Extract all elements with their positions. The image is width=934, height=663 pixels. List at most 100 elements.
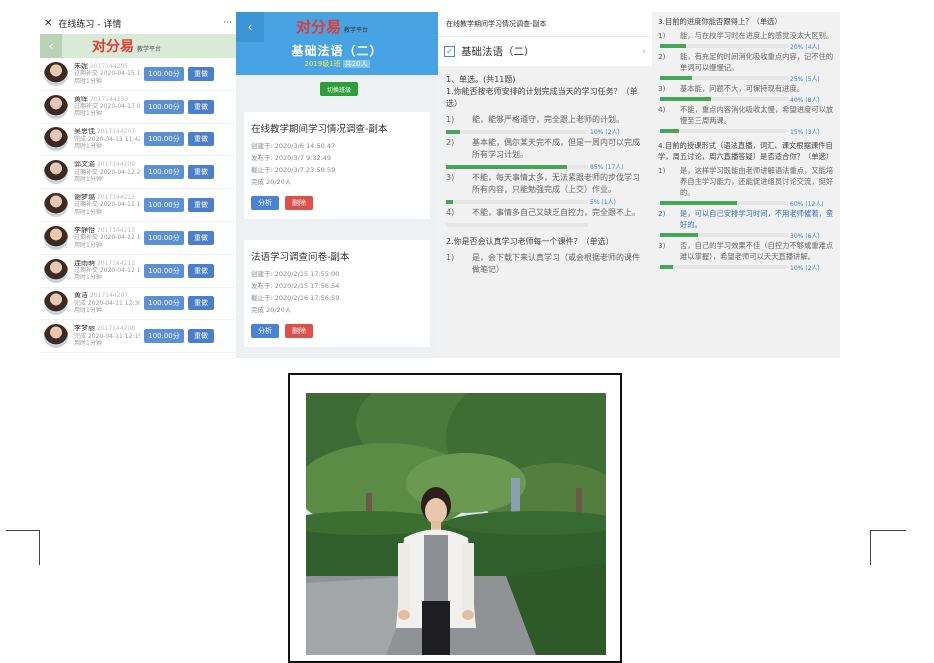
redo-button[interactable]: 重做 xyxy=(188,230,214,245)
option-bar: 20% (4人) xyxy=(652,41,840,51)
option-bar: 25% (5人) xyxy=(652,73,840,83)
window-title: 在线练习 - 详情 xyxy=(58,19,122,30)
bar-track xyxy=(660,129,788,133)
option-percent: 10% (2人) xyxy=(590,129,620,136)
course-header: ‹ 对分易 教学平台 基础法语（二） 2019级1班 共20人 xyxy=(236,12,438,75)
delete-button[interactable]: 删除 xyxy=(285,196,313,210)
score-button[interactable]: 100.00分 xyxy=(144,99,184,114)
section-label: 1、单选。(共11题) xyxy=(446,75,516,84)
redo-button[interactable]: 重做 xyxy=(188,66,214,81)
analyze-button[interactable]: 分析 xyxy=(251,324,279,338)
survey-card[interactable]: 法语学习调查问卷-副本 创建于: 2020/2/15 17:55:00 发布于:… xyxy=(244,240,430,347)
question-options: 1) 能，与在校学习时在进度上的感觉没太大区别。 20% (4人) 2) 能，有充足的时… xyxy=(652,30,840,136)
student-name-line: 郭文渝 2017144209 xyxy=(74,161,140,168)
option-text: 能，与在校学习时在进度上的感觉没太大区别。 xyxy=(680,31,834,40)
score-button[interactable]: 100.00分 xyxy=(144,296,184,311)
redo-button[interactable]: 重做 xyxy=(188,99,214,114)
brand-name: 对分易 xyxy=(296,18,342,36)
option-item: 2) 是，可以自己安排学习时间，不用老师催着，蛮好的。 xyxy=(652,208,840,230)
student-info: 郭文渝 2017144209过期补交 2020-04-12 21:14用时1分钟 xyxy=(74,161,140,183)
option-number: 2) xyxy=(446,138,455,147)
option-text: 基本能，偶尔某天完不成，但是一周内可以完成所有学习计划。 xyxy=(472,138,640,159)
question-options: 1) 是，会下载下来认真学习（或会根据老师的课件做笔记） xyxy=(438,252,652,276)
score-button[interactable]: 100.00分 xyxy=(144,230,184,245)
score-button[interactable]: 100.00分 xyxy=(144,263,184,278)
student-name: 李静怡 xyxy=(74,226,95,234)
student-info: 李静怡 2017144213过期补交 2020-04-12 13:35用时1分钟 xyxy=(74,227,140,249)
back-button[interactable]: ‹ xyxy=(40,34,62,58)
bar-fill xyxy=(660,265,673,269)
redo-button[interactable]: 重做 xyxy=(188,198,214,213)
student-row: 黄晖 2017144203过期补交 2020-04-17 09:04用时1分钟 1… xyxy=(40,91,236,124)
option-text: 能，有充足的时间消化吸收重点内容，记不住的单词可以慢慢记。 xyxy=(680,52,834,72)
brand-sub: 教学平台 xyxy=(344,27,369,34)
survey-title: 在线教学期间学习情况调查-副本 xyxy=(251,124,388,135)
score-button[interactable]: 100.00分 xyxy=(144,132,184,147)
option-percent: 15% (3人) xyxy=(790,128,820,136)
option-percent: 30% (6人) xyxy=(790,232,820,240)
question-text: 2.你是否会认真学习老师每一个课件？（单选） xyxy=(446,237,614,246)
option-item: 3) 基本能，问题不大，可保持现有进度。 xyxy=(652,83,840,94)
brand-bar: ‹ 对分易 教学平台 xyxy=(40,34,236,58)
student-row: 吴思佳 2017144207 完成 2020-04-13 11:42 用时1分钟 10… xyxy=(40,124,236,157)
bar-track xyxy=(660,233,788,237)
crop-mark xyxy=(6,530,40,565)
time-used: 用时1分钟 xyxy=(74,307,102,315)
option-number: 1) xyxy=(658,166,666,175)
student-info: 黄洁 2017144207 完成 2020-04-11 12:30 用时1分钟 xyxy=(74,292,140,314)
option-number: 3) xyxy=(658,241,666,250)
course-title: 基础法语（二） xyxy=(291,44,383,58)
student-info: 吴思佳 2017144207 完成 2020-04-13 11:42 用时1分钟 xyxy=(74,128,140,150)
option-bar xyxy=(438,219,652,230)
question-options: 1) 是，这样学习既能由老师讲解语法重点，又能培养自主学习能力，还能促进组员讨论交… xyxy=(652,165,840,272)
option-item: 3) 否，自己的学习效果不佳（自控力不够或重难点难以掌握），希望老师可以天天直播讲… xyxy=(652,240,840,262)
survey-card[interactable]: 在线教学期间学习情况调查-副本 创建于: 2020/3/6 14:50:47 发… xyxy=(244,112,430,219)
more-icon[interactable]: ··· xyxy=(223,18,232,28)
analyze-button[interactable]: 分析 xyxy=(251,196,279,210)
student-info: 谢梦璐 2017144212过期补交 2020-04-11 12:11用时1分钟 xyxy=(74,194,140,216)
option-bar: 5% (1人) xyxy=(438,196,652,207)
redo-button[interactable]: 重做 xyxy=(188,165,214,180)
brand-sub: 教学平台 xyxy=(137,46,162,53)
student-name-line: 黄晖 2017144203 xyxy=(74,96,140,103)
delete-button[interactable]: 删除 xyxy=(285,324,313,338)
submit-status: 完成 2020-04-11 12:15 xyxy=(74,332,140,340)
bar-track xyxy=(660,44,788,48)
redo-button[interactable]: 重做 xyxy=(188,263,214,278)
option-number: 1) xyxy=(446,115,455,124)
bar-fill xyxy=(660,44,686,48)
option-item: 1) 能，与在校学习时在进度上的感觉没太大区别。 xyxy=(652,30,840,41)
option-number: 2) xyxy=(658,209,666,218)
redo-button[interactable]: 重做 xyxy=(188,132,214,147)
student-row: 郭文渝 2017144209过期补交 2020-04-12 21:14用时1分钟… xyxy=(40,156,236,190)
student-info: 连雨萌 2017144215过期补交 2020-04-12 10:07用时1分钟 xyxy=(74,260,140,282)
time-used: 用时1分钟 xyxy=(74,110,102,118)
back-button[interactable]: ‹ xyxy=(236,12,264,42)
redo-button[interactable]: 重做 xyxy=(188,329,214,344)
score-button[interactable]: 100.00分 xyxy=(144,165,184,180)
student-id: 2017144208 xyxy=(95,325,136,333)
switch-class-button[interactable]: 切换班级 xyxy=(320,82,358,96)
submit-status: 过期补交 2020-04-12 13:35 xyxy=(74,234,140,242)
option-item: 1) 能，能够严格遵守，完全跟上老师的计划。 xyxy=(438,114,652,126)
student-row: 黄洁 2017144207 完成 2020-04-11 12:30 用时1分钟 100… xyxy=(40,288,236,321)
score-button[interactable]: 100.00分 xyxy=(144,329,184,344)
checkbox-icon[interactable]: ✓ xyxy=(444,46,455,57)
brand-logo: 对分易 教学平台 xyxy=(296,16,368,37)
avatar xyxy=(44,324,68,349)
option-percent: 60% (12人) xyxy=(790,200,824,208)
class-name: 2019级1班 xyxy=(304,60,341,68)
score-button[interactable]: 100.00分 xyxy=(144,198,184,213)
portrait-image xyxy=(306,393,606,655)
time-used: 用时1分钟 xyxy=(74,208,102,216)
option-text: 是，可以自己安排学习时间，不用老师催着，蛮好的。 xyxy=(680,209,834,229)
option-text: 不能，重点内容消化吸收太慢，希望进度可以放慢至三周两课。 xyxy=(680,105,834,125)
redo-button[interactable]: 重做 xyxy=(188,296,214,311)
student-name: 郭文渝 xyxy=(74,161,95,169)
student-name: 李梦丽 xyxy=(74,325,95,333)
close-icon[interactable]: ✕ xyxy=(44,18,52,29)
course-selector[interactable]: ✓ 基础法语（二） › xyxy=(438,36,652,66)
option-item: 2) 能，有充足的时间消化吸收重点内容，记不住的单词可以慢慢记。 xyxy=(652,51,840,73)
bar-fill xyxy=(660,233,699,237)
score-button[interactable]: 100.00分 xyxy=(144,66,184,81)
